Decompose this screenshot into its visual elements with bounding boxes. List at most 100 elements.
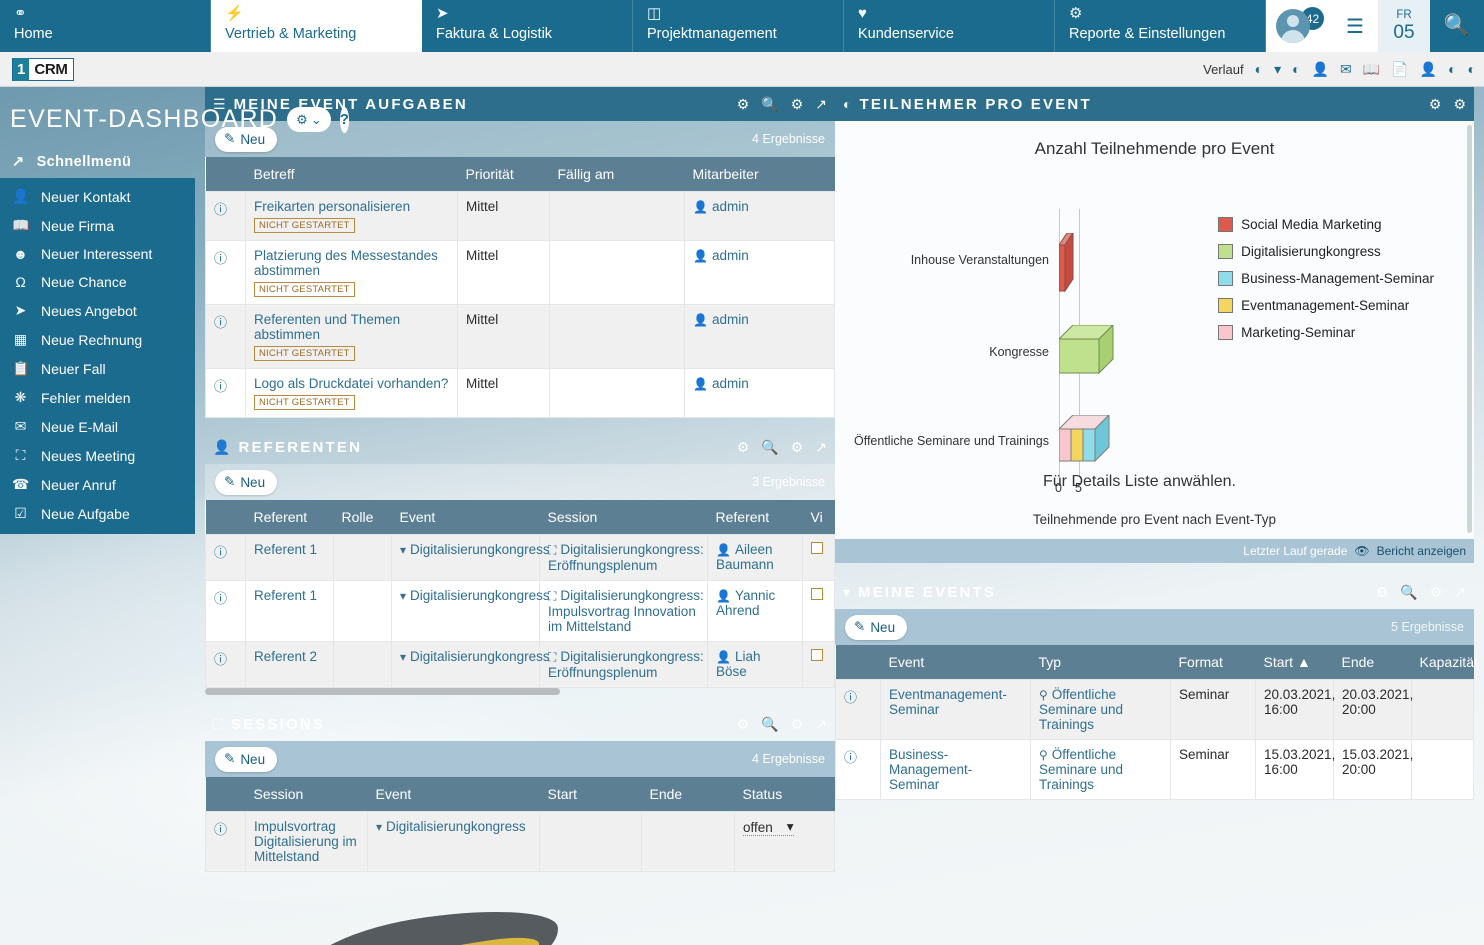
th-session[interactable]: Session: [539, 500, 708, 535]
speaker-session-link[interactable]: Digitalisierungkongress: Impulsvortrag I…: [548, 588, 704, 634]
sidebar-item-neuer-anruf[interactable]: ☎ Neuer Anruf: [0, 470, 195, 499]
refresh-icon[interactable]: ⚙: [791, 96, 804, 113]
new-button[interactable]: ✎ Neu: [215, 746, 278, 772]
speaker-person[interactable]: 👤 Liah Böse: [707, 641, 803, 688]
sidebar-item-neue-rechnung[interactable]: ▦ Neue Rechnung: [0, 325, 195, 354]
event-name[interactable]: Business-Management-Seminar: [880, 739, 1031, 800]
event-typ[interactable]: ⚲ Öffentliche Seminare und Trainings: [1030, 739, 1171, 800]
th-status[interactable]: Status: [734, 777, 835, 812]
pie-chart-icon[interactable]: ◐: [1448, 61, 1456, 77]
dashboard-settings-button[interactable]: ⚙ ⌄: [287, 107, 331, 132]
refresh-icon[interactable]: ⚙: [1430, 584, 1443, 601]
task-subject-link[interactable]: Logo als Druckdatei vorhanden?: [254, 376, 448, 391]
nav-module-kundenservice[interactable]: ♥ Kundenservice: [844, 0, 1055, 52]
speaker-event-link[interactable]: Digitalisierungkongress: [410, 588, 550, 603]
sidebar-item-fehler-melden[interactable]: ❋ Fehler melden: [0, 383, 195, 412]
info-icon[interactable]: ⓘ: [205, 534, 246, 581]
nav-module-reporte-einstellungen[interactable]: ⚙ Reporte & Einstellungen: [1055, 0, 1266, 52]
event-typ-link[interactable]: Öffentliche Seminare und Trainings: [1039, 747, 1123, 792]
th-mitarbeiter[interactable]: Mitarbeiter: [684, 157, 835, 192]
pie-chart-icon[interactable]: ◐: [1468, 61, 1476, 77]
sidebar-item-neuer-interessent[interactable]: ☻ Neuer Interessent: [0, 240, 195, 268]
report-link[interactable]: Bericht anzeigen: [1377, 544, 1466, 558]
speaker-session-link[interactable]: Digitalisierungkongress: Eröffnungsplenu…: [548, 542, 704, 573]
event-name[interactable]: Eventmanagement-Seminar: [880, 679, 1031, 740]
event-name-link[interactable]: Eventmanagement-Seminar: [889, 687, 1007, 717]
speaker-session[interactable]: ⛶ Digitalisierungkongress: Eröffnungsplen…: [539, 534, 708, 581]
table-row[interactable]: ⓘ Eventmanagement-Seminar ⚲ Öffentliche S…: [835, 679, 1474, 740]
chart-vertical-scrollbar[interactable]: [1467, 125, 1472, 533]
event-typ-link[interactable]: Öffentliche Seminare und Trainings: [1039, 687, 1123, 732]
task-subject[interactable]: Freikarten personalisieren NICHT GESTART…: [245, 191, 458, 241]
external-link-icon[interactable]: ↗: [815, 96, 827, 113]
task-subject[interactable]: Referenten und Themen abstimmen NICHT GE…: [245, 304, 458, 369]
gear-icon[interactable]: ⚙: [737, 716, 750, 733]
table-row[interactable]: ⓘ Referent 1 ▾ Digitalisierungkongress ⛶ D…: [205, 534, 835, 581]
info-icon[interactable]: ⓘ: [205, 811, 246, 872]
table-row[interactable]: ⓘ Business-Management-Seminar ⚲ Öffentlic…: [835, 739, 1474, 800]
gear-icon[interactable]: ⚙: [1376, 584, 1389, 601]
th-referent[interactable]: Referent: [245, 500, 334, 535]
info-icon[interactable]: ⓘ: [835, 679, 881, 740]
refresh-icon[interactable]: ⚙: [1453, 96, 1466, 113]
task-subject-link[interactable]: Freikarten personalisieren: [254, 199, 410, 214]
th-session[interactable]: Session: [245, 777, 368, 812]
table-row[interactable]: ⓘ Referent 2 ▾ Digitalisierungkongress ⛶ D…: [205, 641, 835, 688]
info-icon[interactable]: ⓘ: [205, 240, 246, 305]
speaker-visible-checkbox[interactable]: [802, 580, 835, 642]
task-user-link[interactable]: admin: [712, 376, 749, 391]
calendar-date-button[interactable]: FR 05: [1378, 0, 1430, 52]
speaker-role-link[interactable]: Referent 2: [254, 649, 317, 664]
info-icon[interactable]: ⓘ: [205, 580, 246, 642]
speaker-session[interactable]: ⛶ Digitalisierungkongress: Eröffnungsplen…: [539, 641, 708, 688]
sidebar-item-neuer-kontakt[interactable]: 👤 Neuer Kontakt: [0, 182, 195, 211]
search-icon[interactable]: 🔍: [761, 439, 778, 456]
th-prioritaet[interactable]: Priorität: [457, 157, 550, 192]
speaker-session[interactable]: ⛶ Digitalisierungkongress: Impulsvortrag …: [539, 580, 708, 642]
task-subject[interactable]: Platzierung des Messestandes abstimmen N…: [245, 240, 458, 305]
th-event[interactable]: Event: [391, 500, 540, 535]
sidebar-item-neue-email[interactable]: ✉ Neue E-Mail: [0, 412, 195, 441]
external-link-icon[interactable]: ↗: [815, 716, 827, 733]
nav-module-vertrieb-marketing[interactable]: ⚡ Vertrieb & Marketing: [211, 0, 422, 52]
sidebar-item-neues-meeting[interactable]: ⛶ Neues Meeting: [0, 441, 195, 470]
session-event[interactable]: ▾ Digitalisierungkongress: [367, 811, 540, 872]
hamburger-menu-icon[interactable]: ☰: [1332, 0, 1378, 52]
sidebar-item-neue-firma[interactable]: 📖 Neue Firma: [0, 211, 195, 240]
th-format[interactable]: Format: [1170, 645, 1256, 680]
info-icon[interactable]: ⓘ: [835, 739, 881, 800]
info-icon[interactable]: ⓘ: [205, 304, 246, 369]
info-icon[interactable]: ⓘ: [205, 191, 246, 241]
session-event-link[interactable]: Digitalisierungkongress: [386, 819, 526, 834]
new-button[interactable]: ✎ Neu: [215, 469, 278, 495]
pie-chart-icon[interactable]: ◐: [1292, 61, 1300, 77]
contact-icon[interactable]: 👤: [1312, 61, 1329, 78]
gear-icon[interactable]: ⚙: [737, 96, 750, 113]
external-link-icon[interactable]: ↗: [815, 439, 827, 456]
speaker-visible-checkbox[interactable]: [802, 641, 835, 688]
speaker-person[interactable]: 👤 Yannic Ahrend: [707, 580, 803, 642]
task-user-link[interactable]: admin: [712, 199, 749, 214]
sidebar-item-neues-angebot[interactable]: ➤ Neues Angebot: [0, 296, 195, 325]
contact-icon[interactable]: 👤: [1420, 61, 1437, 78]
table-row[interactable]: ⓘ Logo als Druckdatei vorhanden? NICHT G…: [205, 368, 835, 418]
event-name-link[interactable]: Business-Management-Seminar: [889, 747, 972, 792]
speaker-role-link[interactable]: Referent 1: [254, 542, 317, 557]
speaker-event[interactable]: ▾ Digitalisierungkongress: [391, 534, 550, 581]
gear-icon[interactable]: ⚙: [1429, 96, 1442, 113]
document-icon[interactable]: 📄: [1391, 61, 1408, 78]
th-event[interactable]: Event: [880, 645, 1031, 680]
speaker-event-link[interactable]: Digitalisierungkongress: [410, 542, 550, 557]
th-betreff[interactable]: Betreff: [245, 157, 458, 192]
new-button[interactable]: ✎ Neu: [845, 614, 908, 640]
th-event[interactable]: Event: [367, 777, 540, 812]
session-name-link[interactable]: Impulsvortrag Digitalisierung im Mittels…: [254, 819, 357, 864]
sidebar-item-neue-chance[interactable]: Ω Neue Chance: [0, 268, 195, 296]
session-status[interactable]: offen ▾: [734, 811, 835, 872]
speaker-role-label[interactable]: Referent 2: [245, 641, 334, 688]
th-kapazitaet[interactable]: Kapazität: [1411, 645, 1478, 680]
th-vi[interactable]: Vi: [802, 500, 835, 535]
search-icon[interactable]: 🔍: [761, 716, 778, 733]
th-ende[interactable]: Ende: [641, 777, 735, 812]
speaker-visible-checkbox[interactable]: [802, 534, 835, 581]
